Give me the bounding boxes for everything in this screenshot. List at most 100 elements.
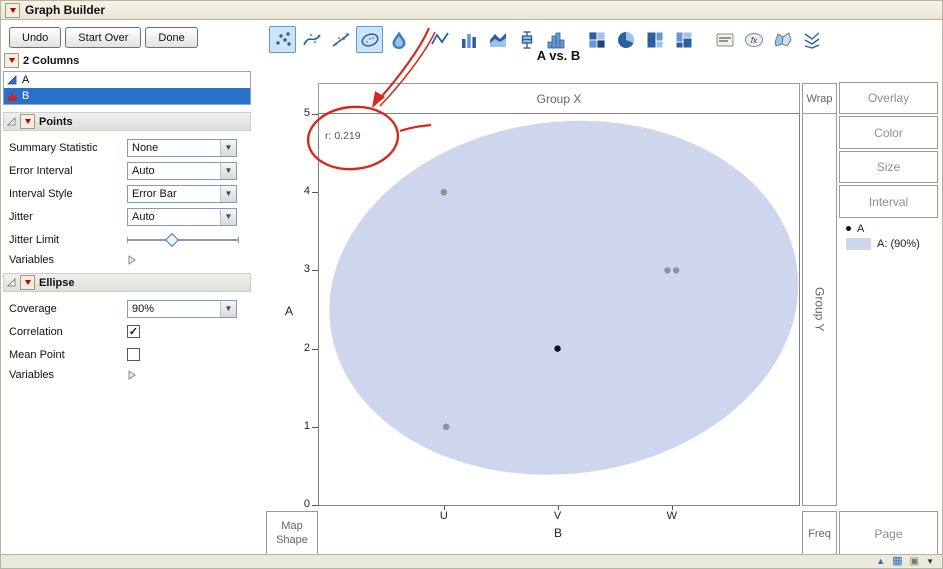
points-icon[interactable]: [269, 26, 296, 53]
ellipse-red-triangle-button[interactable]: [20, 275, 35, 290]
jitter-select[interactable]: Auto ▼: [127, 207, 237, 226]
slider-thumb[interactable]: [164, 232, 180, 247]
column-item-b[interactable]: B: [4, 88, 250, 104]
data-point[interactable]: [664, 267, 671, 274]
y-axis-label: A: [285, 304, 294, 318]
points-variables-row: Variables: [1, 251, 257, 269]
correlation-label: Correlation: [9, 325, 63, 338]
slider-track: [127, 236, 239, 243]
caret-up-icon[interactable]: ▲: [876, 557, 885, 566]
overlay-drop-zone[interactable]: Overlay: [839, 82, 938, 114]
variables-label: Variables: [9, 369, 55, 381]
error-interval-label: Error Interval: [9, 164, 73, 177]
control-panel: 2 Columns A B Points Summary Statistic N…: [1, 51, 257, 384]
chevron-down-icon: ▼: [220, 139, 236, 156]
window-icon[interactable]: ▣: [910, 556, 919, 567]
x-tick-label: V: [553, 510, 562, 522]
parallel-plot-icon[interactable]: [798, 26, 825, 53]
error-interval-row: Error Interval Auto ▼: [1, 159, 257, 182]
red-triangle-icon: [24, 280, 31, 285]
mean-point-row: Mean Point: [1, 343, 257, 366]
disclosure-right-icon[interactable]: [127, 370, 137, 380]
continuous-variable-icon: [6, 74, 18, 86]
summary-statistic-label: Summary Statistic: [9, 141, 98, 154]
mean-point-label: Mean Point: [9, 348, 65, 361]
error-interval-select[interactable]: Auto ▼: [127, 161, 237, 180]
variables-label: Variables: [9, 254, 55, 266]
grid-icon[interactable]: ▦: [892, 556, 902, 567]
column-item-a[interactable]: A: [4, 72, 250, 88]
title-bar: Graph Builder: [1, 1, 942, 20]
page-drop-zone[interactable]: Page: [839, 511, 938, 557]
correlation-checkbox[interactable]: ✓: [127, 325, 140, 338]
columns-header-label: 2 Columns: [23, 54, 80, 67]
summary-statistic-select[interactable]: None ▼: [127, 138, 237, 157]
jitter-label: Jitter: [9, 210, 33, 223]
collapse-icon: [7, 278, 16, 287]
y-tick-label: 3: [303, 263, 310, 276]
data-point[interactable]: [554, 345, 561, 352]
red-triangle-icon: [24, 119, 31, 124]
legend-ellipse-label[interactable]: A: (90%): [877, 238, 920, 250]
map-shape-drop-zone[interactable]: Map Shape: [266, 511, 318, 557]
undo-button[interactable]: Undo: [9, 27, 62, 48]
legend-point-series-label[interactable]: A: [857, 223, 864, 235]
data-point[interactable]: [440, 189, 447, 196]
nominal-variable-icon: [6, 90, 18, 102]
plot-canvas: [329, 120, 799, 475]
x-axis-label: B: [553, 526, 562, 540]
done-button[interactable]: Done: [145, 27, 198, 48]
group-x-drop-zone[interactable]: Group X: [318, 83, 800, 114]
points-section-header[interactable]: Points: [3, 112, 251, 131]
report-red-triangle-button[interactable]: [5, 2, 20, 18]
density-ellipse: [329, 120, 799, 475]
x-tick-label: U: [439, 510, 448, 522]
red-triangle-icon: [8, 58, 15, 63]
y-tick-mark: [312, 505, 318, 506]
column-label: A: [22, 74, 30, 86]
correlation-value: r: 0.219: [325, 130, 361, 142]
columns-header: 2 Columns: [1, 51, 257, 71]
chart-title: A vs. B: [536, 48, 581, 63]
y-tick-mark: [312, 270, 318, 272]
y-tick-label: 2: [303, 341, 310, 354]
x-tick-mark: [443, 506, 445, 510]
menu-down-icon[interactable]: ▼: [926, 557, 934, 566]
jitter-limit-slider[interactable]: [127, 232, 239, 247]
y-tick-mark: [312, 348, 318, 350]
legend-ellipse-swatch: [846, 237, 871, 250]
ellipse-section-header[interactable]: Ellipse: [3, 273, 251, 292]
wrap-drop-zone[interactable]: Wrap: [802, 83, 837, 114]
freq-drop-zone[interactable]: Freq: [802, 511, 837, 557]
plot-area[interactable]: [318, 113, 800, 506]
legend: A A: (90%): [846, 221, 920, 251]
x-tick-mark: [671, 506, 673, 510]
x-tick-mark: [557, 506, 559, 510]
jitter-limit-row: Jitter Limit: [1, 228, 257, 251]
size-drop-zone[interactable]: Size: [839, 151, 938, 183]
points-red-triangle-button[interactable]: [20, 114, 35, 129]
status-bar: ▲ ▦ ▣ ▼: [1, 554, 942, 568]
chevron-down-icon: ▼: [220, 185, 236, 202]
columns-red-triangle-button[interactable]: [4, 53, 19, 68]
coverage-label: Coverage: [9, 302, 57, 315]
summary-statistic-row: Summary Statistic None ▼: [1, 136, 257, 159]
data-point[interactable]: [672, 267, 680, 274]
color-drop-zone[interactable]: Color: [839, 116, 938, 149]
disclosure-right-icon[interactable]: [127, 255, 137, 265]
collapse-icon: [7, 117, 16, 126]
chevron-down-icon: ▼: [220, 300, 236, 317]
coverage-select[interactable]: 90% ▼: [127, 299, 237, 318]
window-title: Graph Builder: [25, 3, 106, 17]
data-point[interactable]: [443, 423, 450, 430]
interval-drop-zone[interactable]: Interval: [839, 185, 938, 218]
column-label: B: [22, 90, 30, 102]
mean-point-checkbox[interactable]: [127, 348, 140, 361]
chevron-down-icon: ▼: [220, 208, 236, 225]
y-tick-mark: [312, 192, 318, 194]
y-tick-label: 0: [303, 498, 310, 510]
group-y-drop-zone[interactable]: Group Y: [802, 113, 837, 506]
interval-style-select[interactable]: Error Bar ▼: [127, 184, 237, 203]
columns-list: A B: [3, 71, 251, 105]
start-over-button[interactable]: Start Over: [65, 27, 142, 48]
